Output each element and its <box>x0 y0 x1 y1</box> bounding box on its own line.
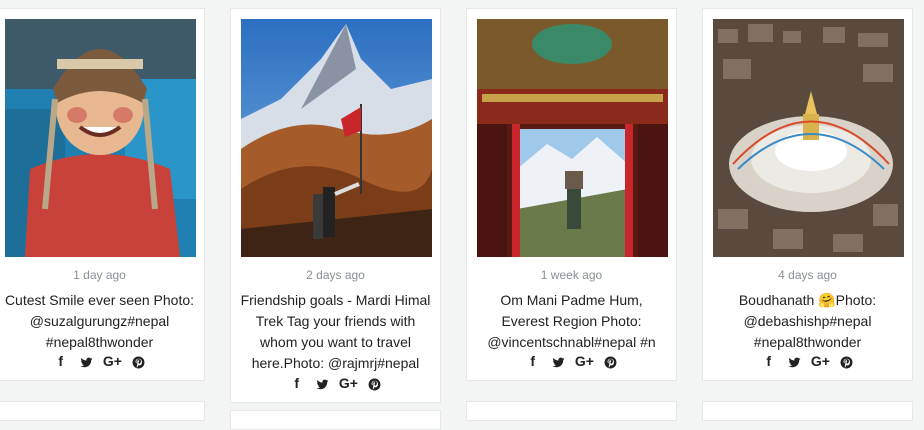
pinterest-icon[interactable] <box>835 353 857 369</box>
post-timestamp: 2 days ago <box>306 268 365 282</box>
post-caption: Friendship goals - Mardi Himal Trek Tag … <box>240 292 431 371</box>
twitter-icon[interactable] <box>784 353 806 369</box>
share-icons: f G+ <box>231 375 440 391</box>
post-card[interactable]: 1 week ago Om Mani Padme Hum, Everest Re… <box>466 8 677 381</box>
post-photo-everest-doorway[interactable] <box>477 19 668 257</box>
facebook-icon[interactable]: f <box>50 353 72 369</box>
post-card[interactable]: 2 days ago Friendship goals - Mardi Hima… <box>230 8 441 403</box>
facebook-icon[interactable]: f <box>522 353 544 369</box>
post-card[interactable]: 4 days ago Boudhanath 🤗Photo: @debashish… <box>702 8 913 381</box>
post-card[interactable]: 1 day ago Cutest Smile ever seen Photo: … <box>0 8 205 381</box>
post-card-partial[interactable] <box>466 401 677 421</box>
google-plus-icon[interactable]: G+ <box>337 375 359 391</box>
google-plus-icon[interactable]: G+ <box>573 353 595 369</box>
pinterest-icon[interactable] <box>599 353 621 369</box>
google-plus-icon[interactable]: G+ <box>809 353 831 369</box>
post-card-partial[interactable] <box>230 410 441 430</box>
twitter-icon[interactable] <box>76 353 98 369</box>
post-caption: Cutest Smile ever seen Photo: @suzalguru… <box>4 292 195 350</box>
post-timestamp: 1 day ago <box>73 268 126 282</box>
share-icons: f G+ <box>703 353 912 369</box>
post-card-partial[interactable] <box>0 401 205 421</box>
twitter-icon[interactable] <box>312 375 334 391</box>
share-icons: f G+ <box>0 353 204 369</box>
pinterest-icon[interactable] <box>127 353 149 369</box>
post-photo-mardi-himal[interactable] <box>241 19 432 257</box>
post-card-partial[interactable] <box>702 401 913 421</box>
post-photo-child-smile[interactable] <box>5 19 196 257</box>
google-plus-icon[interactable]: G+ <box>101 353 123 369</box>
post-photo-boudhanath[interactable] <box>713 19 904 257</box>
facebook-icon[interactable]: f <box>758 353 780 369</box>
twitter-icon[interactable] <box>548 353 570 369</box>
facebook-icon[interactable]: f <box>286 375 308 391</box>
post-timestamp: 4 days ago <box>778 268 837 282</box>
post-timestamp: 1 week ago <box>540 268 603 282</box>
share-icons: f G+ <box>467 353 676 369</box>
post-caption: Boudhanath 🤗Photo: @debashishp#nepal #ne… <box>738 292 877 350</box>
pinterest-icon[interactable] <box>363 375 385 391</box>
post-caption: Om Mani Padme Hum, Everest Region Photo:… <box>487 292 656 350</box>
